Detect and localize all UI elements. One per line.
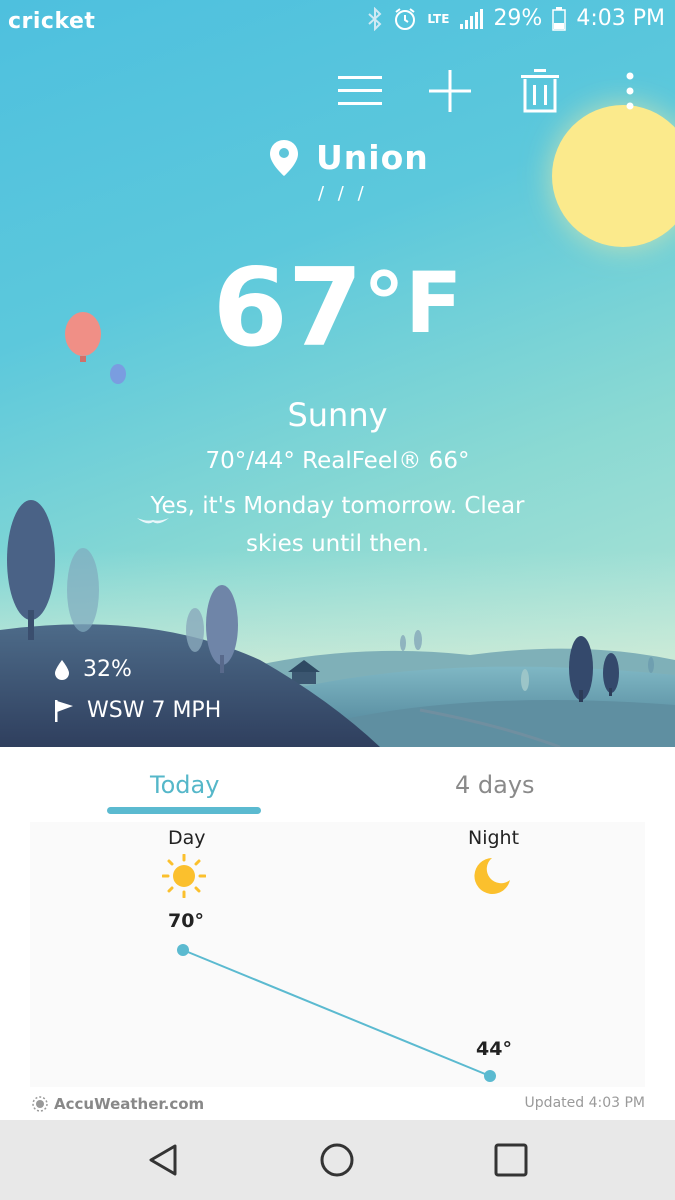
wind-row: WSW 7 MPH [55,698,221,723]
status-bar: cricket LTE 29% 4:03 PM [0,0,675,46]
add-icon [429,70,471,112]
add-location-button[interactable] [425,66,475,116]
delete-button[interactable] [515,66,565,116]
weather-description: Yes, it's Monday tomorrow. Clear skies u… [150,493,525,557]
alarm-icon [395,7,416,30]
accuweather-sun-icon [32,1096,48,1112]
clock: 4:03 PM [576,6,665,31]
droplet-icon [55,659,69,680]
temperature-value: 67 [212,246,363,371]
temperature-line [182,949,491,1077]
location-name: Union [316,138,429,177]
delete-icon [521,69,559,113]
tab-selected-indicator [107,807,261,814]
home-button[interactable] [317,1140,357,1180]
accuweather-logo[interactable]: AccuWeather.com [32,1095,204,1113]
lte-icon: LTE [427,11,450,26]
menu-icon [338,76,382,105]
temperature-unit: °F [362,254,463,352]
weather-hero: cricket LTE 29% 4:03 PM Union / / / 67°F… [0,0,675,747]
hi-lo-realfeel: 70°/44° RealFeel® 66° [205,448,470,474]
page-indicator: / / / [318,183,368,204]
sun-illustration [552,105,675,247]
battery-percent: 29% [493,6,543,31]
recents-icon [494,1143,528,1177]
toolbar [0,66,675,116]
accuweather-brand: AccuWeather.com [54,1095,205,1113]
current-temperature: 67°F [0,255,675,363]
temperature-point-day [177,944,189,956]
signal-icon [460,8,484,29]
navigation-bar [0,1120,675,1200]
home-icon [320,1143,354,1177]
location-pin-icon [270,139,298,176]
location-header[interactable]: Union [270,138,429,177]
flag-icon [55,699,73,722]
footer: AccuWeather.com Updated 4:03 PM [0,1087,675,1120]
updated-time: Updated 4:03 PM [524,1095,645,1111]
back-icon [149,1144,177,1176]
bluetooth-icon [368,6,382,31]
tab-today[interactable]: Today [150,771,219,799]
temperature-point-night [484,1070,496,1082]
temperature-line-chart [177,944,496,1082]
wind-value: WSW 7 MPH [87,698,222,723]
humidity-row: 32% [55,657,132,682]
today-forecast-chart: Day Night 70° 44° [30,822,645,1087]
tab-4-days[interactable]: 4 days [455,771,535,799]
more-icon [626,72,634,110]
weather-condition: Sunny [287,396,388,434]
forecast-tabs: Today 4 days [0,747,675,822]
back-button[interactable] [143,1140,183,1180]
carrier-label: cricket [8,9,96,34]
recents-button[interactable] [491,1140,531,1180]
more-options-button[interactable] [605,66,655,116]
menu-button[interactable] [335,66,385,116]
humidity-value: 32% [83,657,132,682]
battery-icon [552,6,567,31]
